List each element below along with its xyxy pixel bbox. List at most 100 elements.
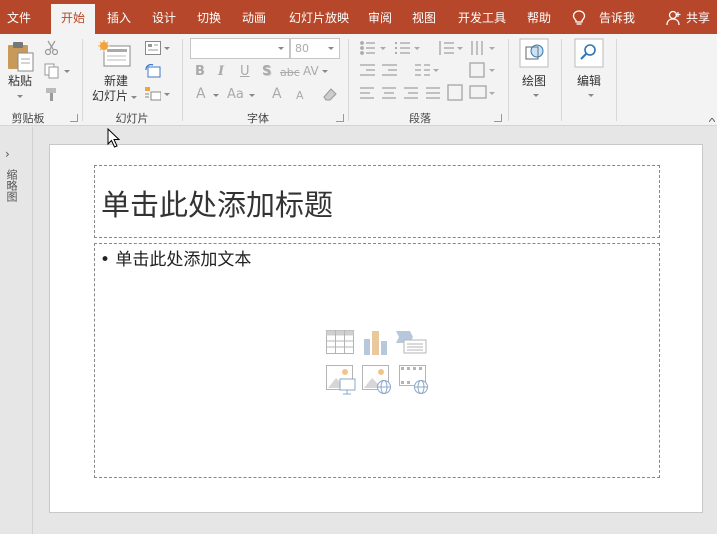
group-label-clipboard: 剪贴板 xyxy=(11,112,45,125)
ribbon: 粘贴 剪贴板 新建 幻灯片 幻灯片 80 B I U S abc AV A Aa… xyxy=(0,34,717,126)
italic-button[interactable]: I xyxy=(218,64,224,80)
paintbrush-icon xyxy=(46,88,56,101)
ribbon-tab-bar: 文件 开始 插入 设计 切换 动画 幻灯片放映 审阅 视图 开发工具 帮助 告诉… xyxy=(0,0,717,34)
shadow-button[interactable]: S xyxy=(262,64,271,80)
tab-animations[interactable]: 动画 xyxy=(234,0,274,34)
lightbulb-icon xyxy=(572,10,586,25)
new-slide-icon xyxy=(98,40,131,67)
new-slide-label-line2: 幻灯片 xyxy=(91,89,128,103)
change-case-dropdown-icon[interactable] xyxy=(249,94,255,97)
paste-label: 粘贴 xyxy=(7,74,32,88)
group-label-slides: 幻灯片 xyxy=(115,112,149,125)
group-label-font: 字体 xyxy=(247,112,269,125)
group-separator xyxy=(508,39,509,121)
underline-button[interactable]: U xyxy=(240,64,250,80)
group-separator xyxy=(348,39,349,121)
strikethrough-button[interactable]: abc xyxy=(280,65,300,81)
font-color-button[interactable]: A xyxy=(196,86,206,102)
content-placeholder[interactable]: • 单击此处添加文本 xyxy=(94,243,660,478)
spacing-dropdown-icon[interactable] xyxy=(322,70,328,73)
person-icon xyxy=(666,10,681,26)
font-size-dropdown-icon xyxy=(328,47,334,50)
section-dropdown-icon[interactable] xyxy=(164,93,170,96)
group-separator xyxy=(182,39,183,121)
collapse-ribbon-icon[interactable] xyxy=(709,118,715,122)
insert-online-picture-icon[interactable] xyxy=(362,365,392,398)
font-name-select[interactable] xyxy=(190,38,290,59)
insert-video-icon[interactable] xyxy=(399,365,429,398)
layout-icon xyxy=(145,41,161,55)
mouse-cursor-icon xyxy=(107,128,121,148)
content-placeholder-text: • 单击此处添加文本 xyxy=(100,250,252,270)
group-separator xyxy=(616,39,617,121)
tab-insert[interactable]: 插入 xyxy=(99,0,139,34)
copy-icon xyxy=(44,63,59,79)
thumbnail-pane: › 缩略图 xyxy=(0,127,33,534)
format-painter-button[interactable] xyxy=(44,86,60,102)
font-launcher-icon[interactable] xyxy=(336,114,344,122)
change-case-button[interactable]: Aa xyxy=(227,87,244,103)
reset-icon xyxy=(145,64,161,78)
paragraph-launcher-icon[interactable] xyxy=(494,114,502,122)
new-slide-dropdown-icon[interactable] xyxy=(131,96,137,99)
share-button[interactable]: 共享 xyxy=(666,0,710,34)
tab-slideshow[interactable]: 幻灯片放映 xyxy=(281,0,357,34)
editing-button[interactable] xyxy=(574,38,604,68)
layout-button[interactable] xyxy=(145,41,161,55)
section-icon xyxy=(145,87,161,101)
paragraph-tools-icon[interactable] xyxy=(360,40,500,106)
font-name-dropdown-icon xyxy=(278,47,284,50)
clear-formatting-button[interactable] xyxy=(322,86,338,102)
expand-thumbnails-icon[interactable]: › xyxy=(5,147,10,161)
section-button[interactable] xyxy=(145,87,161,101)
thumbnail-pane-label: 缩略图 xyxy=(5,169,18,202)
insert-chart-icon[interactable] xyxy=(363,329,389,358)
reset-button[interactable] xyxy=(145,64,161,78)
copy-dropdown-icon[interactable] xyxy=(64,70,70,73)
tell-me-box[interactable]: 告诉我 xyxy=(572,0,635,34)
share-label: 共享 xyxy=(686,11,711,25)
tab-design[interactable]: 设计 xyxy=(144,0,184,34)
bold-button[interactable]: B xyxy=(195,64,205,80)
new-slide-button[interactable] xyxy=(98,40,132,70)
cut-button[interactable] xyxy=(44,40,60,56)
tab-review[interactable]: 审阅 xyxy=(361,0,399,34)
font-color-dropdown-icon[interactable] xyxy=(213,94,219,97)
magnifier-icon xyxy=(574,38,604,68)
editing-dropdown-icon[interactable] xyxy=(588,94,594,97)
title-placeholder[interactable]: 单击此处添加标题 xyxy=(94,165,660,238)
drawing-button[interactable] xyxy=(519,38,549,68)
grow-font-button[interactable]: A xyxy=(272,86,282,102)
tab-file[interactable]: 文件 xyxy=(0,0,38,34)
tab-home[interactable]: 开始 xyxy=(51,4,95,34)
paste-button[interactable] xyxy=(6,41,36,73)
slide-canvas[interactable]: 单击此处添加标题 • 单击此处添加文本 xyxy=(49,144,703,513)
layout-dropdown-icon[interactable] xyxy=(164,47,170,50)
tab-developer[interactable]: 开发工具 xyxy=(450,0,514,34)
font-size-select[interactable]: 80 xyxy=(290,38,340,59)
group-separator xyxy=(561,39,562,121)
shrink-font-button[interactable]: A xyxy=(296,88,304,104)
scissors-icon xyxy=(44,40,59,56)
clipboard-launcher-icon[interactable] xyxy=(70,114,78,122)
paste-icon xyxy=(8,42,34,72)
font-size-value: 80 xyxy=(295,42,309,55)
tab-transitions[interactable]: 切换 xyxy=(189,0,229,34)
character-spacing-button[interactable]: AV xyxy=(303,63,319,79)
copy-button[interactable] xyxy=(44,63,60,79)
title-placeholder-text: 单击此处添加标题 xyxy=(101,188,334,222)
tab-view[interactable]: 视图 xyxy=(405,0,443,34)
eraser-icon xyxy=(323,88,337,101)
drawing-dropdown-icon[interactable] xyxy=(533,94,539,97)
shapes-icon xyxy=(519,38,549,68)
paste-dropdown-icon[interactable] xyxy=(17,95,23,98)
insert-smartart-icon[interactable] xyxy=(396,330,428,357)
insert-picture-icon[interactable] xyxy=(326,365,356,398)
tab-help[interactable]: 帮助 xyxy=(520,0,558,34)
group-label-paragraph: 段落 xyxy=(409,112,431,125)
tell-me-label: 告诉我 xyxy=(599,11,636,25)
editing-label: 编辑 xyxy=(576,74,601,88)
new-slide-label-line1: 新建 xyxy=(103,74,128,88)
insert-table-icon[interactable] xyxy=(326,330,354,357)
drawing-label: 绘图 xyxy=(521,74,546,88)
